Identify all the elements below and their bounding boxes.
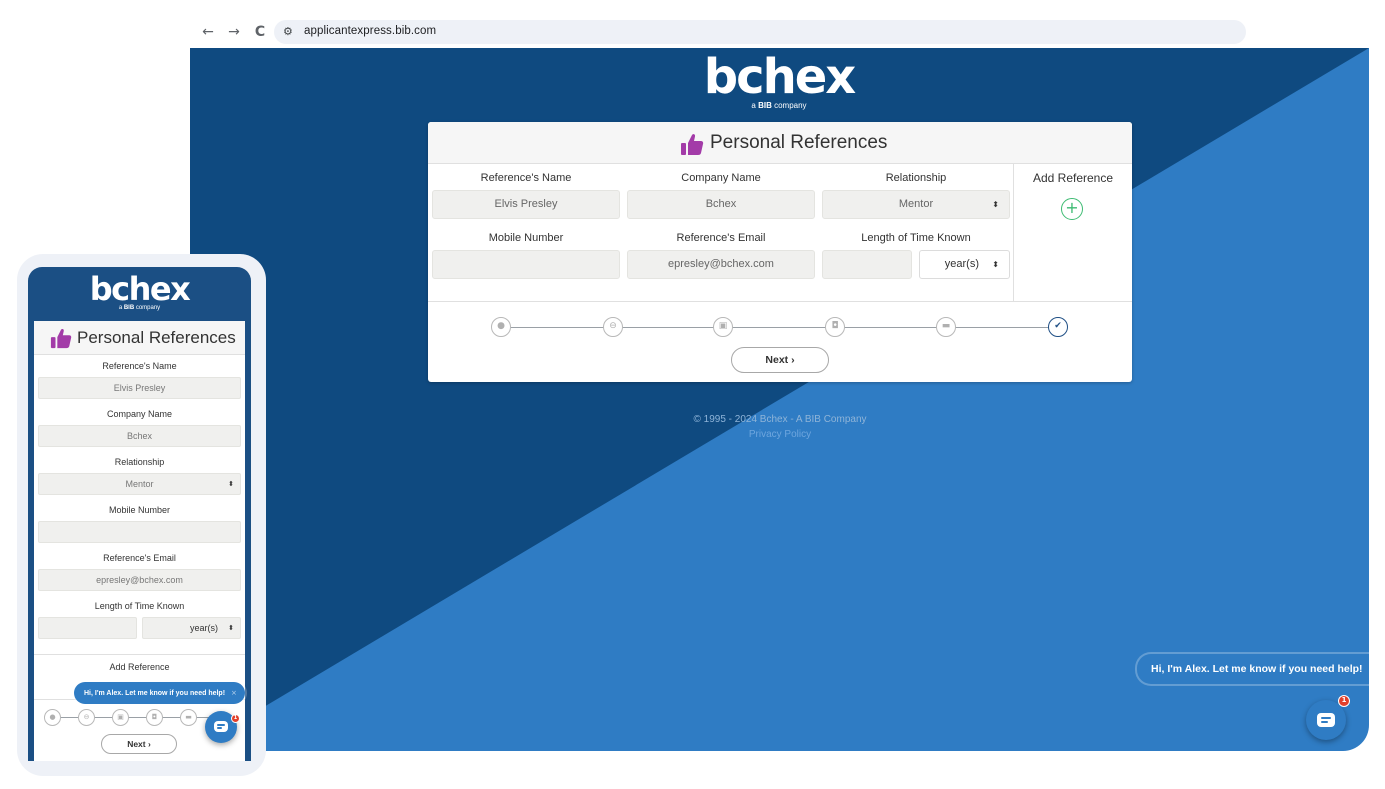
relationship-value: Mentor <box>125 479 154 489</box>
page-title: Personal References <box>77 328 236 347</box>
reference-email-label: Reference's Email <box>103 553 176 563</box>
step-briefcase-icon: ◘ <box>825 317 845 337</box>
step-id-card-icon: ▣ <box>713 317 733 337</box>
thumbs-up-icon <box>50 328 72 349</box>
page-title: Personal References <box>710 132 888 153</box>
length-known-input[interactable] <box>38 617 137 639</box>
card-divider <box>34 654 245 655</box>
page-viewport: bchex a BIB company Personal References … <box>190 48 1369 751</box>
relationship-value: Mentor <box>898 198 934 210</box>
add-reference-label: Add Reference <box>1032 171 1114 185</box>
mobile-number-label: Mobile Number <box>488 232 564 244</box>
reference-email-input[interactable]: epresley@bchex.com <box>627 250 815 279</box>
length-known-label: Length of Time Known <box>94 601 185 611</box>
step-car-icon: ⊖ <box>603 317 623 337</box>
mobile-number-input[interactable] <box>38 521 241 543</box>
address-bar[interactable]: ⚙ applicantexpress.bib.com <box>274 20 1246 44</box>
select-caret-icon: ⬍ <box>228 624 234 632</box>
mobile-screen: bchex a BIB company Personal References … <box>28 267 251 761</box>
chat-greeting-bubble[interactable]: Hi, I'm Alex. Let me know if you need he… <box>1137 654 1369 684</box>
step-id-card-icon: ▣ <box>112 709 129 726</box>
copyright-text: © 1995 - 2024 Bchex - A BIB Company <box>693 414 867 425</box>
company-name-label: Company Name <box>681 172 761 184</box>
select-caret-icon: ⬍ <box>992 260 999 269</box>
chat-greeting-text: Hi, I'm Alex. Let me know if you need he… <box>84 690 226 697</box>
card-header: Personal References <box>34 321 245 355</box>
reference-email-input[interactable]: epresley@bchex.com <box>38 569 241 591</box>
logo-tagline: a BIB company <box>751 101 807 110</box>
select-caret-icon: ⬍ <box>992 200 999 209</box>
step-thumbs-up-icon: ✔ <box>1048 317 1068 337</box>
composite-stage: ← → C ⚙ applicantexpress.bib.com bchex a… <box>0 0 1385 789</box>
company-name-label: Company Name <box>106 409 173 419</box>
step-user-icon: ● <box>44 709 61 726</box>
step-car-icon: ⊖ <box>78 709 95 726</box>
chat-icon <box>1317 713 1335 727</box>
reference-email-label: Reference's Email <box>676 232 766 244</box>
plus-circle-icon[interactable]: + <box>1061 198 1083 220</box>
next-button[interactable]: Next › <box>101 734 177 754</box>
references-card: Personal References Reference's Name Com… <box>428 122 1132 382</box>
reload-icon[interactable]: C <box>252 23 268 41</box>
length-unit-value: year(s) <box>189 623 218 633</box>
tune-icon[interactable]: ⚙ <box>283 24 297 40</box>
thumbs-up-icon <box>681 134 704 155</box>
chat-icon <box>214 721 228 732</box>
add-reference-label: Add Reference <box>109 662 170 672</box>
relationship-select[interactable]: Mentor ⬍ <box>38 473 241 495</box>
browser-toolbar: ← → C ⚙ applicantexpress.bib.com <box>190 17 1369 48</box>
bchex-logo: bchex <box>703 49 857 105</box>
close-icon[interactable]: × <box>231 689 237 697</box>
bchex-logo: bchex <box>89 270 191 308</box>
card-divider <box>428 301 1132 302</box>
length-known-label: Length of Time Known <box>861 232 971 244</box>
select-caret-icon: ⬍ <box>228 480 234 488</box>
reference-name-input[interactable]: Elvis Presley <box>38 377 241 399</box>
desktop-browser-window: ← → C ⚙ applicantexpress.bib.com bchex a… <box>190 17 1369 751</box>
mobile-number-label: Mobile Number <box>108 505 171 515</box>
reference-name-input[interactable]: Elvis Presley <box>432 190 620 219</box>
reference-name-label: Reference's Name <box>102 361 177 371</box>
privacy-policy-link[interactable]: Privacy Policy <box>428 429 1132 440</box>
company-name-input[interactable]: Bchex <box>627 190 815 219</box>
length-unit-select[interactable]: year(s) ⬍ <box>919 250 1010 279</box>
notification-badge: 1 <box>231 714 240 723</box>
relationship-label: Relationship <box>114 457 165 467</box>
next-button[interactable]: Next › <box>731 347 829 373</box>
step-user-icon: ● <box>491 317 511 337</box>
relationship-select[interactable]: Mentor ⬍ <box>822 190 1010 219</box>
progress-track <box>511 327 1050 328</box>
length-unit-select[interactable]: year(s) ⬍ <box>142 617 241 639</box>
logo-tagline: a BIB company <box>118 305 161 311</box>
chat-greeting-bubble[interactable]: Hi, I'm Alex. Let me know if you need he… <box>74 682 245 704</box>
reference-name-label: Reference's Name <box>480 172 572 184</box>
notification-badge: 1 <box>1338 695 1350 707</box>
length-unit-value: year(s) <box>944 258 979 270</box>
card-header: Personal References <box>428 122 1132 164</box>
mobile-number-input[interactable] <box>432 250 620 279</box>
arrow-left-icon[interactable]: ← <box>200 23 216 41</box>
step-briefcase-icon: ◘ <box>146 709 163 726</box>
length-known-input[interactable] <box>822 250 912 279</box>
arrow-right-icon[interactable]: → <box>226 23 242 41</box>
relationship-label: Relationship <box>885 172 947 184</box>
step-graduation-cap-icon: ▬ <box>936 317 956 337</box>
chat-greeting-text: Hi, I'm Alex. Let me know if you need he… <box>1151 663 1363 675</box>
url-text[interactable]: applicantexpress.bib.com <box>304 25 436 37</box>
company-name-input[interactable]: Bchex <box>38 425 241 447</box>
step-graduation-cap-icon: ▬ <box>180 709 197 726</box>
